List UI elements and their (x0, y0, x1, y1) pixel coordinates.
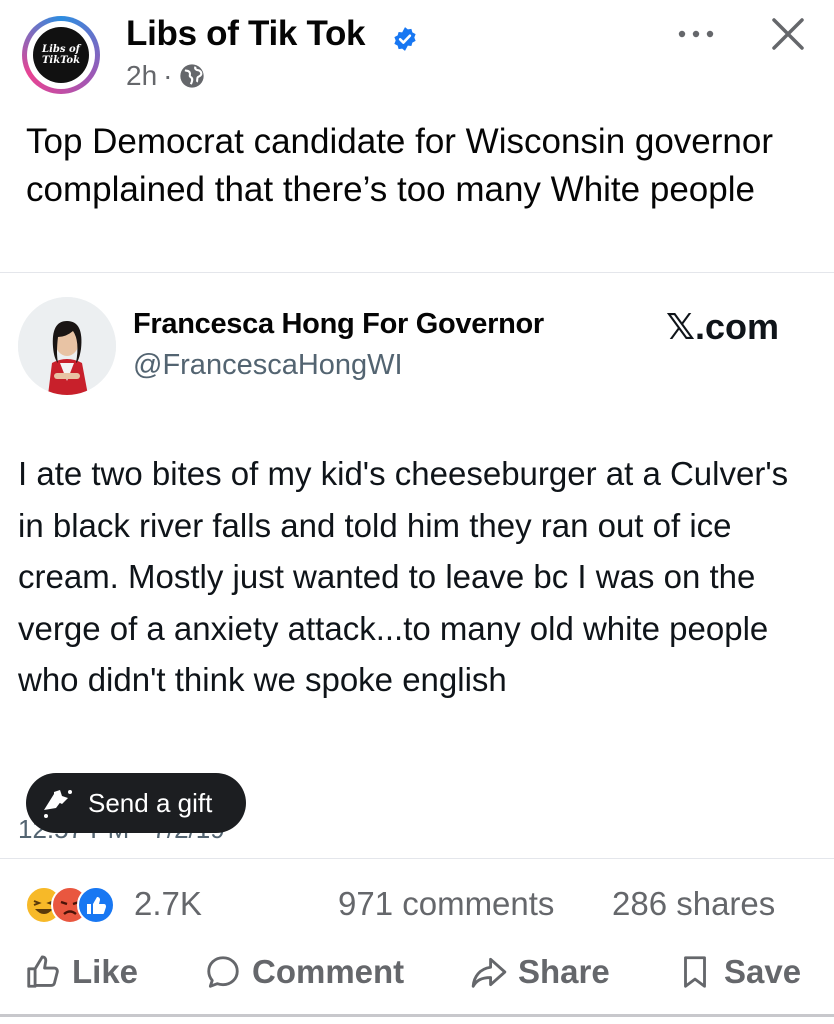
avatar-text-2: TikTok (41, 55, 81, 66)
send-gift-label: Send a gift (88, 787, 213, 818)
avatar-text-1: Libs of (42, 44, 80, 55)
ellipsis-icon (678, 30, 714, 38)
save-label: Save (724, 953, 802, 990)
globe-icon (180, 64, 205, 88)
meta-separator: · (163, 60, 173, 91)
tweet-body: I ate two bites of my kid's cheeseburger… (18, 455, 789, 698)
bottom-divider (0, 1014, 834, 1017)
like-label: Like (72, 953, 139, 990)
post-caption: Top Democrat candidate for Wisconsin gov… (26, 122, 774, 209)
save-button[interactable]: Save (676, 952, 801, 992)
share-label: Share (518, 953, 610, 990)
share-button[interactable]: Share (470, 952, 610, 992)
share-icon (471, 957, 507, 988)
more-options-button[interactable] (674, 18, 718, 52)
send-gift-button[interactable]: Send a gift (26, 773, 246, 833)
gift-icon (44, 790, 72, 818)
post-meta: 2h · (126, 60, 206, 92)
x-logo: 𝕏.com (666, 306, 780, 347)
divider (0, 858, 834, 859)
shares-count[interactable]: 286 shares (612, 885, 775, 923)
verified-badge-icon (394, 27, 416, 51)
comment-label: Comment (252, 953, 405, 990)
bookmark-icon (684, 956, 706, 988)
thumbs-up-icon (27, 955, 59, 988)
tweet-author-handle[interactable]: @FrancescaHongWI (133, 349, 403, 382)
post-time[interactable]: 2h (126, 60, 157, 92)
comment-button[interactable]: Comment (204, 952, 404, 992)
divider (0, 272, 834, 273)
page-avatar[interactable]: Libs of TikTok (22, 16, 100, 94)
like-icon (77, 886, 115, 924)
tweet-author-avatar[interactable] (18, 297, 116, 395)
tweet-author-name[interactable]: Francesca Hong For Governor (133, 308, 544, 341)
page-name[interactable]: Libs of Tik Tok (126, 14, 366, 54)
close-icon[interactable] (766, 12, 810, 56)
comment-icon (207, 956, 239, 988)
reaction-icons[interactable] (24, 885, 134, 925)
like-button[interactable]: Like (24, 952, 138, 992)
comments-count[interactable]: 971 comments (338, 885, 554, 923)
reaction-count[interactable]: 2.7K (134, 885, 202, 923)
person-illustration-icon (18, 297, 116, 395)
